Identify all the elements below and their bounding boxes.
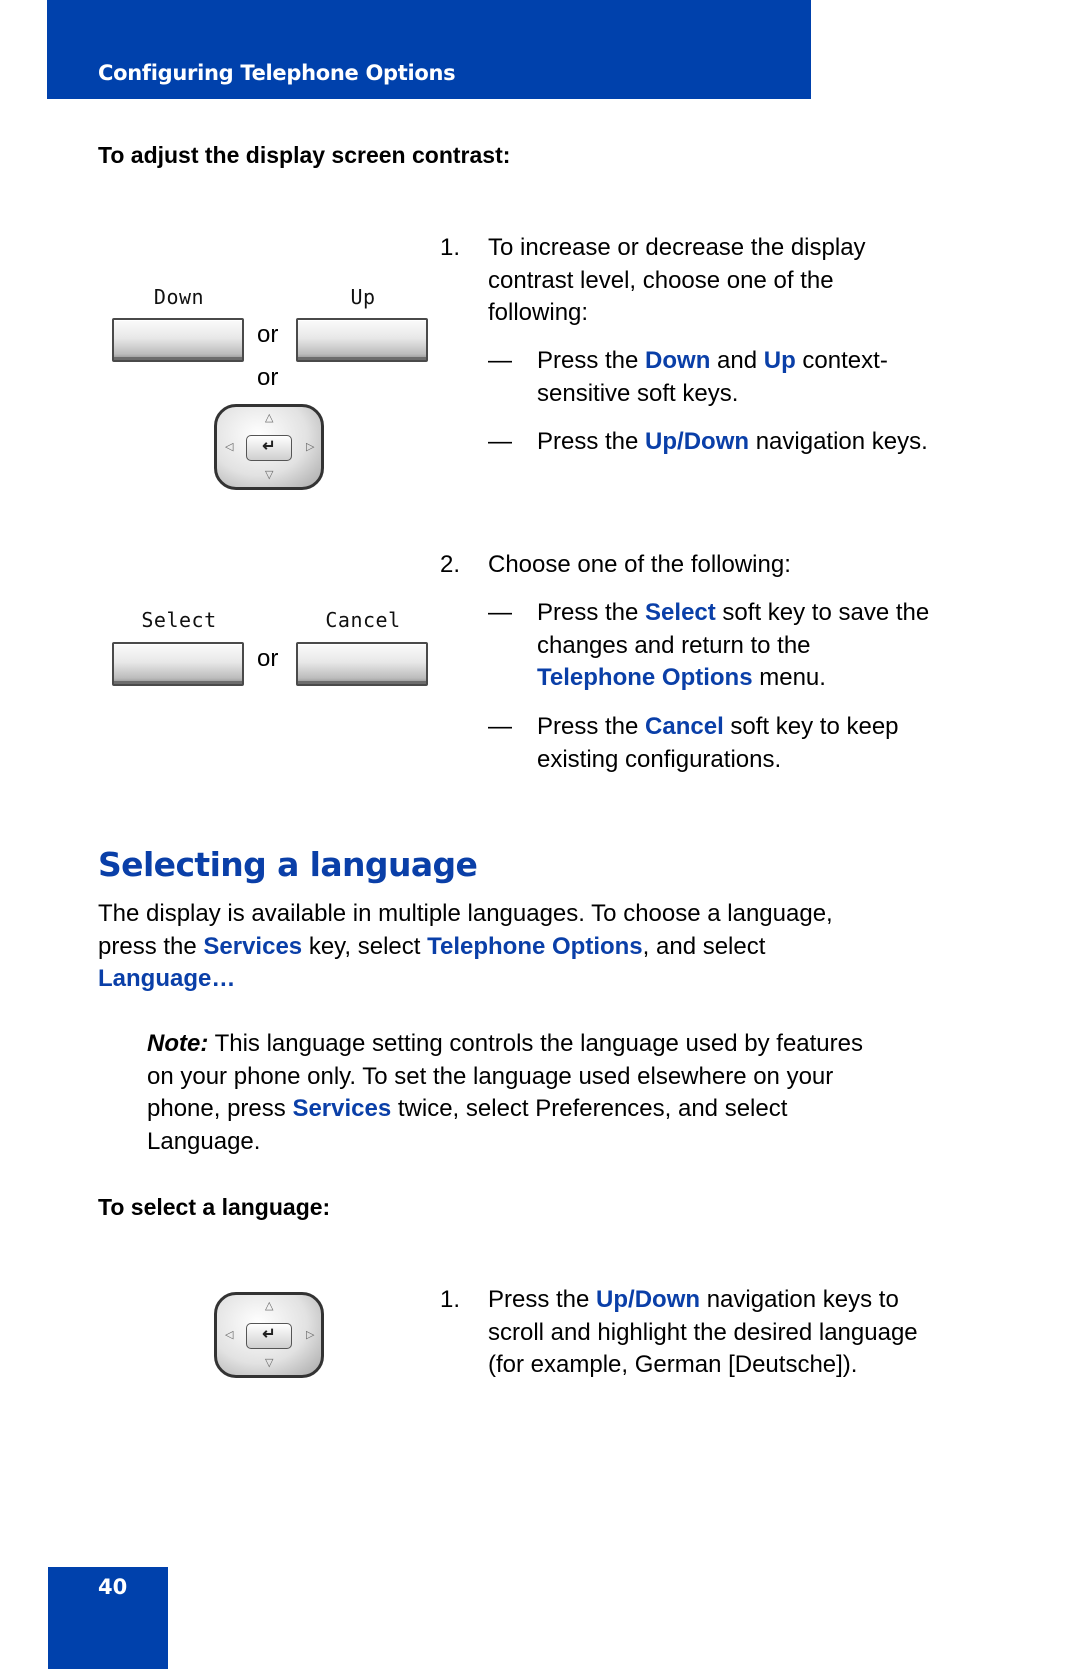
bullet-dash: — xyxy=(488,599,512,626)
section-heading: Selecting a language xyxy=(98,845,478,884)
key-name-up: Up xyxy=(763,347,796,374)
right-arrow-icon[interactable]: ▷ xyxy=(306,442,314,453)
procedure-title-language: To select a language: xyxy=(98,1194,331,1220)
step-number: 1. xyxy=(440,1286,461,1313)
key-name-down: Down xyxy=(645,347,711,374)
left-arrow-icon[interactable]: ◁ xyxy=(225,1330,233,1341)
step-text: Choose one of the following: xyxy=(488,551,791,578)
up-arrow-icon[interactable]: △ xyxy=(265,413,273,424)
step-text: To increase or decrease the display cont… xyxy=(488,232,866,330)
or-label: or xyxy=(257,364,279,391)
note-label: Note: xyxy=(147,1030,209,1057)
navigation-cluster[interactable]: △ ▽ ◁ ▷ ↵ xyxy=(214,404,324,490)
bullet-dash: — xyxy=(488,713,512,740)
down-arrow-icon[interactable]: ▽ xyxy=(265,1358,273,1369)
or-label: or xyxy=(257,645,279,672)
step-text: Press the Up/Down navigation keys to scr… xyxy=(488,1286,918,1378)
key-name-up-down: Up/Down xyxy=(596,1286,701,1313)
enter-key-icon[interactable]: ↵ xyxy=(246,1323,292,1349)
softkey-label-up: Up xyxy=(350,285,376,309)
key-name-select: Select xyxy=(645,599,716,626)
bullet-text: Press the Select soft key to save the ch… xyxy=(537,599,930,691)
intro-paragraph: The display is available in multiple lan… xyxy=(98,900,833,992)
step-number: 1. xyxy=(440,234,461,261)
softkey-label-cancel: Cancel xyxy=(325,608,401,632)
softkey-label-select: Select xyxy=(141,608,217,632)
note-paragraph: Note: This language setting controls the… xyxy=(147,1030,863,1155)
bullet-dash: — xyxy=(488,347,512,374)
right-arrow-icon[interactable]: ▷ xyxy=(306,1330,314,1341)
menu-name-telephone-options: Telephone Options xyxy=(427,932,643,960)
up-arrow-icon[interactable]: △ xyxy=(265,1301,273,1312)
bullet-text: Press the Down and Up context- sensitive… xyxy=(537,347,888,407)
step-number: 2. xyxy=(440,551,461,578)
navigation-cluster[interactable]: △ ▽ ◁ ▷ ↵ xyxy=(214,1292,324,1378)
page-number: 40 xyxy=(98,1575,128,1599)
up-softkey-button[interactable] xyxy=(296,318,428,362)
key-name-up-down: Up/Down xyxy=(645,428,750,455)
down-softkey-button[interactable] xyxy=(112,318,244,362)
step-line: following: xyxy=(488,299,589,326)
select-softkey-button[interactable] xyxy=(112,642,244,686)
cancel-softkey-button[interactable] xyxy=(296,642,428,686)
enter-key-icon[interactable]: ↵ xyxy=(246,435,292,461)
chapter-title: Configuring Telephone Options xyxy=(98,61,456,85)
menu-name-language: Language… xyxy=(98,965,236,992)
softkey-label-down: Down xyxy=(153,285,205,309)
procedure-title-contrast: To adjust the display screen contrast: xyxy=(98,142,511,168)
menu-name-telephone-options: Telephone Options xyxy=(537,664,753,691)
bullet-text: Press the Cancel soft key to keep existi… xyxy=(537,713,899,773)
key-name-cancel: Cancel xyxy=(645,713,724,740)
step-line: To increase or decrease the display xyxy=(488,234,866,261)
key-name-services: Services xyxy=(203,932,303,960)
step-line: contrast level, choose one of the xyxy=(488,266,834,294)
bullet-dash: — xyxy=(488,428,512,455)
down-arrow-icon[interactable]: ▽ xyxy=(265,470,273,481)
or-label: or xyxy=(257,321,279,348)
left-arrow-icon[interactable]: ◁ xyxy=(225,442,233,453)
key-name-services: Services xyxy=(292,1095,392,1122)
bullet-text: Press the Up/Down navigation keys. xyxy=(537,428,928,455)
